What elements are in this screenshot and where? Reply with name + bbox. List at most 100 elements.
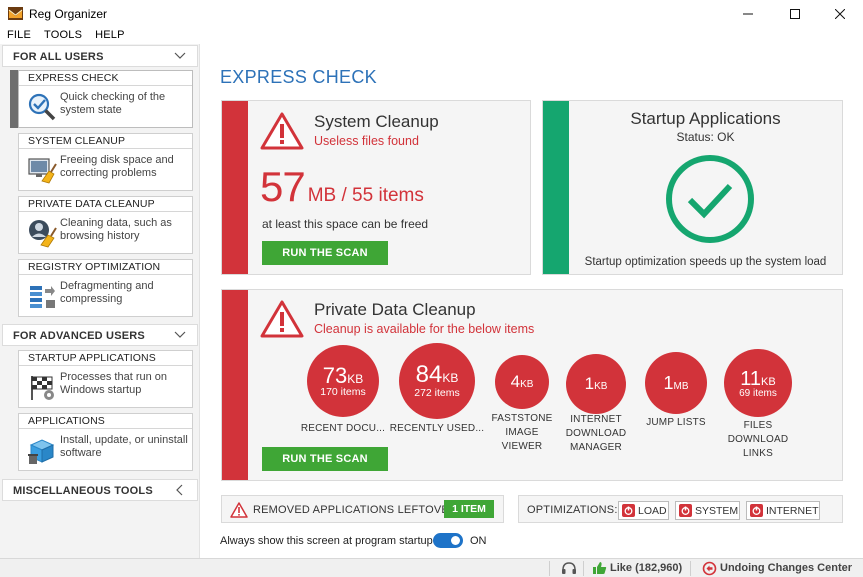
data-item-bubble[interactable]: 11KB 69 items	[724, 349, 792, 417]
sidebar-item-title: SYSTEM CLEANUP	[19, 134, 192, 149]
optimize-button-label: LOAD	[638, 504, 667, 517]
power-icon	[750, 504, 763, 517]
sidebar-item-applications[interactable]: APPLICATIONS Install, update, or uninsta…	[18, 413, 193, 471]
undo-center-icon	[702, 561, 717, 576]
optimize-system-button[interactable]: SYSTEM	[675, 501, 740, 520]
data-item-bubble[interactable]: 84KB 272 items	[399, 343, 475, 419]
chevron-left-icon	[176, 484, 183, 496]
registry-blocks-icon	[30, 286, 55, 308]
section-for-all-users[interactable]: FOR ALL USERS	[2, 45, 198, 67]
section-misc-tools[interactable]: MISCELLANEOUS TOOLS	[2, 479, 198, 501]
cleanup-amount-unit: MB / 55 items	[307, 185, 424, 206]
checkered-flag-icon	[31, 376, 54, 400]
section-for-advanced-users[interactable]: FOR ADVANCED USERS	[2, 324, 198, 346]
sidebar-item-registry-optimization[interactable]: REGISTRY OPTIMIZATION Defragmenting and …	[18, 259, 193, 317]
data-item-count: 272 items	[414, 387, 460, 399]
menu-file[interactable]: FILE	[0, 28, 37, 44]
sidebar-item-title: EXPRESS CHECK	[19, 71, 192, 86]
data-item-count: 69 items	[739, 388, 777, 399]
menu-help[interactable]: HELP	[88, 28, 131, 44]
sidebar-item-startup-applications[interactable]: STARTUP APPLICATIONS Processes that run …	[18, 350, 193, 408]
system-cleanup-title: System Cleanup	[314, 112, 439, 131]
private-data-panel: Private Data Cleanup Cleanup is availabl…	[221, 289, 843, 481]
data-item-bubble[interactable]: 73KB 170 items	[307, 345, 379, 417]
data-item-bubble[interactable]: 1KB	[566, 354, 626, 414]
chevron-down-icon	[174, 52, 186, 59]
sidebar-item-title: STARTUP APPLICATIONS	[19, 351, 192, 366]
chevron-down-icon	[174, 331, 186, 338]
data-item-label: RECENTLY USED...	[389, 423, 485, 434]
menu-tools[interactable]: TOOLS	[37, 28, 88, 44]
startup-apps-panel: Startup Applications Status: OK Startup …	[542, 100, 843, 275]
data-item-label: JUMP LISTS	[646, 417, 706, 428]
optimize-button-label: INTERNET	[766, 504, 819, 517]
sidebar-item-express-check[interactable]: EXPRESS CHECK Quick checking of the syst…	[18, 70, 193, 128]
data-item-value: 4	[510, 372, 521, 391]
close-button[interactable]	[817, 0, 863, 28]
maximize-icon	[790, 9, 800, 19]
page-title: EXPRESS CHECK	[220, 67, 377, 87]
data-item-bubble[interactable]: 1MB	[645, 352, 707, 414]
optimizations-label: OPTIMIZATIONS:	[527, 504, 618, 516]
optimize-button-label: SYSTEM	[695, 504, 739, 517]
sidebar-item-private-data-cleanup[interactable]: PRIVATE DATA CLEANUP Cleaning data, such…	[18, 196, 193, 254]
sidebar-item-title: REGISTRY OPTIMIZATION	[19, 260, 192, 275]
panel-stripe	[222, 290, 248, 480]
main-content: EXPRESS CHECK System Cleanup Useless fil…	[201, 44, 863, 558]
data-item-value: 11	[740, 368, 762, 390]
startup-toggle[interactable]	[433, 533, 463, 548]
optimize-load-button[interactable]: LOAD	[618, 501, 669, 520]
power-icon	[622, 504, 635, 517]
startup-apps-note: Startup optimization speeds up the syste…	[584, 256, 827, 268]
section-label: MISCELLANEOUS TOOLS	[13, 485, 153, 497]
startup-apps-title: Startup Applications	[630, 109, 781, 128]
sidebar-item-desc: Install, update, or uninstall software	[60, 434, 188, 459]
panel-stripe	[543, 101, 569, 274]
data-item-unit: KB	[347, 372, 364, 386]
cleanup-broom-icon	[28, 158, 57, 184]
private-data-subtitle: Cleanup is available for the below items	[314, 322, 535, 336]
minimize-button[interactable]	[725, 0, 771, 28]
active-indicator	[10, 70, 18, 128]
run-scan-button[interactable]: RUN THE SCAN	[262, 447, 388, 471]
software-box-icon	[28, 439, 55, 464]
sidebar-item-title: APPLICATIONS	[19, 414, 192, 429]
data-item-label: FILES DOWNLOAD LINKS	[727, 420, 789, 459]
warning-icon	[260, 300, 304, 338]
headset-icon[interactable]	[561, 561, 577, 576]
sidebar-item-desc: Defragmenting and compressing	[60, 280, 154, 305]
data-item-unit: KB	[594, 381, 608, 392]
status-separator	[549, 561, 550, 576]
startup-toggle-label: Always show this screen at program start…	[220, 535, 433, 547]
warning-icon	[230, 502, 248, 518]
section-label: FOR ALL USERS	[13, 51, 104, 63]
maximize-button[interactable]	[772, 0, 818, 28]
cleanup-amount: 57 MB / 55 items	[260, 163, 424, 211]
optimize-internet-button[interactable]: INTERNET	[746, 501, 820, 520]
minimize-icon	[743, 13, 753, 15]
menu-bar: FILE TOOLS HELP	[0, 28, 131, 44]
sidebar-item-desc: Freeing disk space and correcting proble…	[60, 154, 174, 179]
leftovers-badge[interactable]: 1 ITEM	[444, 500, 494, 518]
like-button[interactable]: Like (182,960)	[610, 562, 682, 574]
system-cleanup-panel: System Cleanup Useless files found 57 MB …	[221, 100, 531, 275]
panel-stripe	[222, 101, 248, 274]
data-item-value: 84	[415, 361, 443, 388]
app-logo-icon	[8, 7, 23, 20]
private-data-title: Private Data Cleanup	[314, 300, 476, 319]
data-item-unit: KB	[761, 376, 776, 388]
undo-changes-center-button[interactable]: Undoing Changes Center	[720, 562, 852, 574]
power-icon	[679, 504, 692, 517]
cleanup-amount-value: 57	[260, 163, 306, 210]
title-bar: Reg Organizer	[0, 0, 863, 28]
leftovers-label: REMOVED APPLICATIONS LEFTOVERS	[253, 504, 465, 516]
sidebar: FOR ALL USERS EXPRESS CHECK Quick checki…	[0, 44, 200, 558]
data-item-unit: MB	[673, 381, 689, 392]
ok-check-icon	[666, 155, 754, 243]
optimizations-bar: OPTIMIZATIONS: LOAD SYSTEM INTERNET	[518, 495, 843, 523]
data-item-bubble[interactable]: 4KB	[495, 355, 549, 409]
data-item-label: RECENT DOCU...	[300, 423, 386, 434]
leftovers-bar: REMOVED APPLICATIONS LEFTOVERS 1 ITEM	[221, 495, 504, 523]
sidebar-item-system-cleanup[interactable]: SYSTEM CLEANUP Freeing disk space and co…	[18, 133, 193, 191]
run-scan-button[interactable]: RUN THE SCAN	[262, 241, 388, 265]
